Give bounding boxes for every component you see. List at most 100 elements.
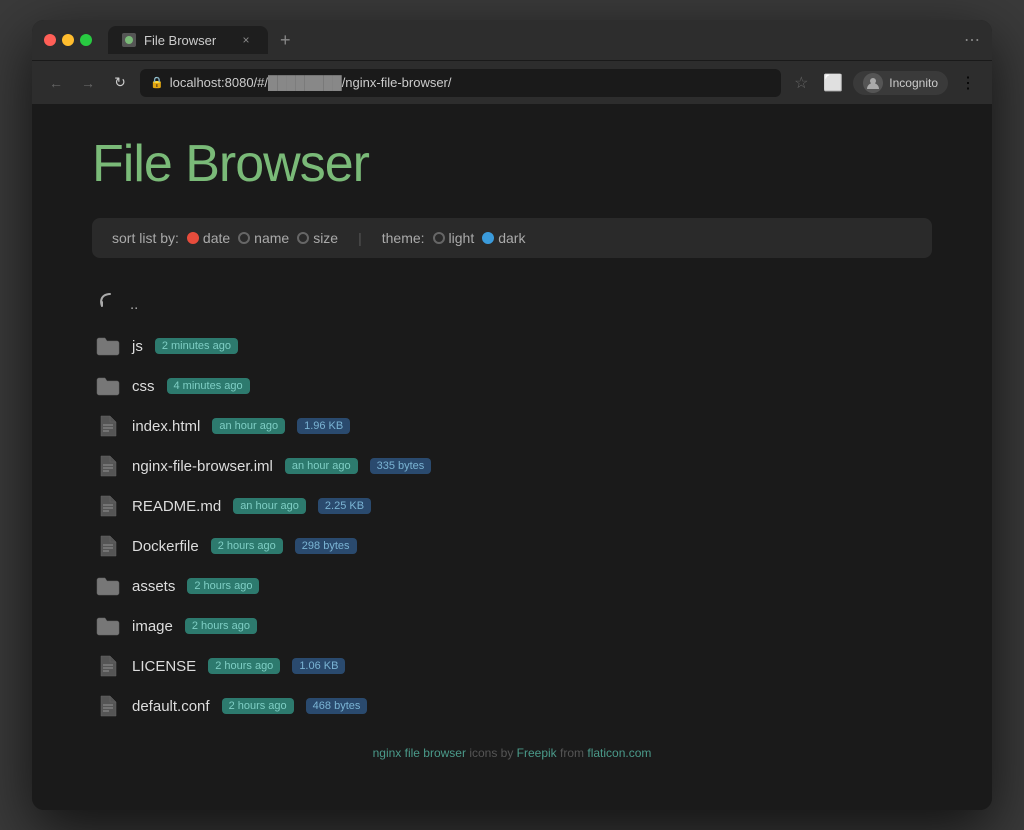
time-badge: 2 hours ago bbox=[222, 698, 294, 714]
file-icon bbox=[96, 494, 120, 518]
time-badge: an hour ago bbox=[212, 418, 285, 434]
size-badge: 298 bytes bbox=[295, 538, 357, 554]
theme-dark-label: dark bbox=[498, 230, 525, 246]
file-name: README.md bbox=[132, 498, 221, 515]
list-item[interactable]: README.md an hour ago 2.25 KB bbox=[92, 486, 932, 526]
list-item[interactable]: image 2 hours ago bbox=[92, 606, 932, 646]
folder-icon bbox=[96, 374, 120, 398]
browser-window: File Browser × + ⋯ ← → ↻ 🔒 localhost:808… bbox=[32, 20, 992, 810]
list-item[interactable]: Dockerfile 2 hours ago 298 bytes bbox=[92, 526, 932, 566]
size-badge: 2.25 KB bbox=[318, 498, 371, 514]
back-icon bbox=[96, 290, 118, 318]
list-item[interactable]: nginx-file-browser.iml an hour ago 335 b… bbox=[92, 446, 932, 486]
sort-size-label: size bbox=[313, 230, 338, 246]
folder-icon bbox=[96, 574, 120, 598]
maximize-button[interactable] bbox=[80, 34, 92, 46]
footer-flaticon-link[interactable]: flaticon.com bbox=[587, 746, 651, 760]
time-badge: 4 minutes ago bbox=[167, 378, 250, 394]
file-name: Dockerfile bbox=[132, 538, 199, 555]
theme-light-option[interactable]: light bbox=[433, 230, 475, 246]
size-badge: 335 bytes bbox=[370, 458, 432, 474]
file-icon bbox=[96, 454, 120, 478]
folder-icon bbox=[96, 334, 120, 358]
footer: nginx file browser icons by Freepik from… bbox=[92, 726, 932, 770]
active-tab[interactable]: File Browser × bbox=[108, 26, 268, 54]
sort-divider: | bbox=[358, 230, 362, 246]
file-name: index.html bbox=[132, 418, 200, 435]
address-icons: ☆ ⬜ bbox=[789, 71, 845, 95]
minimize-button[interactable] bbox=[62, 34, 74, 46]
file-name: default.conf bbox=[132, 698, 210, 715]
footer-freepik-link[interactable]: Freepik bbox=[517, 746, 557, 760]
footer-icons-text: icons by bbox=[469, 746, 516, 760]
theme-light-radio[interactable] bbox=[433, 232, 445, 244]
theme-dark-option[interactable]: dark bbox=[482, 230, 525, 246]
file-icon bbox=[96, 414, 120, 438]
file-list: .. js 2 minutes ago css bbox=[92, 282, 932, 726]
sort-label: sort list by: bbox=[112, 230, 179, 246]
list-item[interactable]: js 2 minutes ago bbox=[92, 326, 932, 366]
sort-date-radio[interactable] bbox=[187, 232, 199, 244]
time-badge: 2 hours ago bbox=[185, 618, 257, 634]
list-item[interactable]: assets 2 hours ago bbox=[92, 566, 932, 606]
time-badge: 2 hours ago bbox=[208, 658, 280, 674]
time-badge: an hour ago bbox=[285, 458, 358, 474]
address-bar: ← → ↻ 🔒 localhost:8080/#/████████/nginx-… bbox=[32, 60, 992, 104]
tab-search-icon[interactable]: ⬜ bbox=[821, 71, 845, 95]
refresh-button[interactable]: ↻ bbox=[108, 71, 132, 95]
tab-title: File Browser bbox=[144, 33, 216, 48]
file-icon bbox=[96, 654, 120, 678]
list-item[interactable]: default.conf 2 hours ago 468 bytes bbox=[92, 686, 932, 726]
time-badge: 2 hours ago bbox=[187, 578, 259, 594]
back-button[interactable]: ← bbox=[44, 71, 68, 95]
forward-button[interactable]: → bbox=[76, 71, 100, 95]
tab-favicon bbox=[122, 33, 136, 47]
file-name: js bbox=[132, 338, 143, 355]
more-button[interactable]: ⋮ bbox=[956, 71, 980, 95]
sort-date-option[interactable]: date bbox=[187, 230, 230, 246]
page-title: File Browser bbox=[92, 134, 932, 194]
file-name: image bbox=[132, 618, 173, 635]
footer-from-text: from bbox=[560, 746, 587, 760]
file-icon bbox=[96, 694, 120, 718]
close-button[interactable] bbox=[44, 34, 56, 46]
page-content: File Browser sort list by: date name siz… bbox=[32, 104, 992, 810]
size-badge: 1.96 KB bbox=[297, 418, 350, 434]
sort-bar: sort list by: date name size | theme: li… bbox=[92, 218, 932, 258]
sort-name-radio[interactable] bbox=[238, 232, 250, 244]
sort-name-option[interactable]: name bbox=[238, 230, 289, 246]
title-bar: File Browser × + ⋯ bbox=[32, 20, 992, 60]
file-name: nginx-file-browser.iml bbox=[132, 458, 273, 475]
url-bar[interactable]: 🔒 localhost:8080/#/████████/nginx-file-b… bbox=[140, 69, 781, 97]
list-item[interactable]: index.html an hour ago 1.96 KB bbox=[92, 406, 932, 446]
list-item[interactable]: LICENSE 2 hours ago 1.06 KB bbox=[92, 646, 932, 686]
incognito-menu[interactable]: Incognito bbox=[853, 71, 948, 95]
size-badge: 1.06 KB bbox=[292, 658, 345, 674]
sort-size-radio[interactable] bbox=[297, 232, 309, 244]
theme-dark-radio[interactable] bbox=[482, 232, 494, 244]
traffic-lights bbox=[44, 34, 92, 46]
url-hidden: ████████ bbox=[268, 75, 342, 90]
file-name: css bbox=[132, 378, 155, 395]
size-badge: 468 bytes bbox=[306, 698, 368, 714]
list-item[interactable]: css 4 minutes ago bbox=[92, 366, 932, 406]
footer-app-link[interactable]: nginx file browser bbox=[373, 746, 466, 760]
back-item[interactable]: .. bbox=[92, 282, 932, 326]
tab-close-button[interactable]: × bbox=[238, 32, 254, 48]
sort-size-option[interactable]: size bbox=[297, 230, 338, 246]
file-name: LICENSE bbox=[132, 658, 196, 675]
sort-date-label: date bbox=[203, 230, 230, 246]
sort-name-label: name bbox=[254, 230, 289, 246]
time-badge: an hour ago bbox=[233, 498, 306, 514]
bookmark-icon[interactable]: ☆ bbox=[789, 71, 813, 95]
time-badge: 2 minutes ago bbox=[155, 338, 238, 354]
folder-icon bbox=[96, 614, 120, 638]
incognito-label: Incognito bbox=[889, 76, 938, 90]
time-badge: 2 hours ago bbox=[211, 538, 283, 554]
url-text: localhost:8080/#/████████/nginx-file-bro… bbox=[170, 75, 452, 90]
new-tab-button[interactable]: + bbox=[280, 30, 291, 51]
window-controls[interactable]: ⋯ bbox=[964, 30, 980, 50]
file-name: assets bbox=[132, 578, 175, 595]
file-icon bbox=[96, 534, 120, 558]
incognito-icon bbox=[863, 73, 883, 93]
